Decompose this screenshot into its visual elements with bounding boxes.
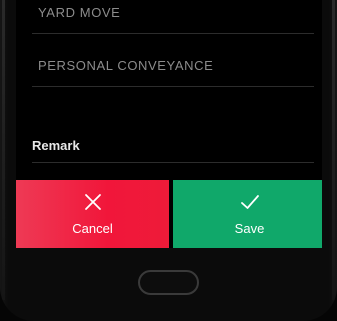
remark-label: Remark <box>32 138 80 153</box>
save-button[interactable]: Save <box>173 180 322 248</box>
option-personal-conveyance[interactable]: PERSONAL CONVEYANCE <box>32 46 314 87</box>
cancel-label: Cancel <box>72 221 113 236</box>
check-icon <box>240 195 259 209</box>
save-label: Save <box>234 221 265 236</box>
option-label: YARD MOVE <box>38 5 121 20</box>
option-yard-move[interactable]: YARD MOVE <box>32 0 314 34</box>
option-label: PERSONAL CONVEYANCE <box>38 58 214 73</box>
screen: YARD MOVE PERSONAL CONVEYANCE Remark Can… <box>16 0 322 248</box>
phone-frame: YARD MOVE PERSONAL CONVEYANCE Remark Can… <box>0 0 337 321</box>
close-icon <box>84 194 101 210</box>
home-button[interactable] <box>138 270 199 295</box>
cancel-button[interactable]: Cancel <box>16 180 169 248</box>
phone-edge-left <box>2 0 5 300</box>
phone-edge-right <box>332 0 335 300</box>
remark-field[interactable]: Remark <box>32 128 314 163</box>
